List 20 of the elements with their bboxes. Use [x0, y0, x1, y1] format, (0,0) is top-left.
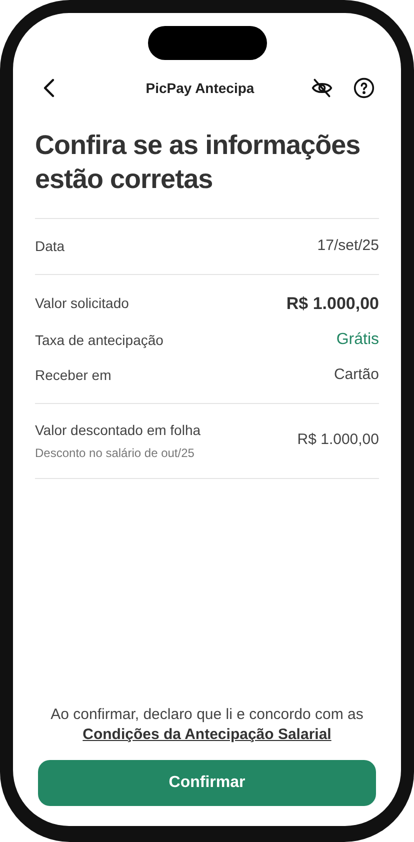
confirm-button[interactable]: Confirmar: [38, 760, 376, 806]
help-icon: [353, 77, 375, 99]
help-button[interactable]: [352, 76, 376, 100]
terms-link[interactable]: Condições da Antecipação Salarial: [82, 726, 332, 743]
row-label: Receber em: [35, 366, 112, 385]
row-value: Cartão: [334, 365, 379, 385]
page-title: Confira se as informações estão corretas: [35, 129, 362, 196]
row-label: Valor descontado em folha: [35, 420, 201, 440]
row-value: Grátis: [336, 330, 379, 350]
row-label: Valor solicitado: [35, 294, 129, 313]
row-label: Data: [35, 236, 65, 256]
row-value: R$ 1.000,00: [286, 292, 379, 314]
row-value: R$ 1.000,00: [297, 430, 379, 450]
row-label: Taxa de antecipação: [35, 330, 164, 350]
row-sublabel: Desconto no salário de out/25: [35, 444, 196, 462]
header-title: PicPay Antecipa: [144, 78, 256, 98]
eye-slash-icon: [311, 77, 333, 99]
hide-values-button[interactable]: [310, 76, 334, 100]
terms-notice: Ao confirmar, declaro que li e concordo com as Condições da Antecipação Salarial: [50, 705, 364, 745]
row-value: 17/set/25: [317, 236, 379, 256]
